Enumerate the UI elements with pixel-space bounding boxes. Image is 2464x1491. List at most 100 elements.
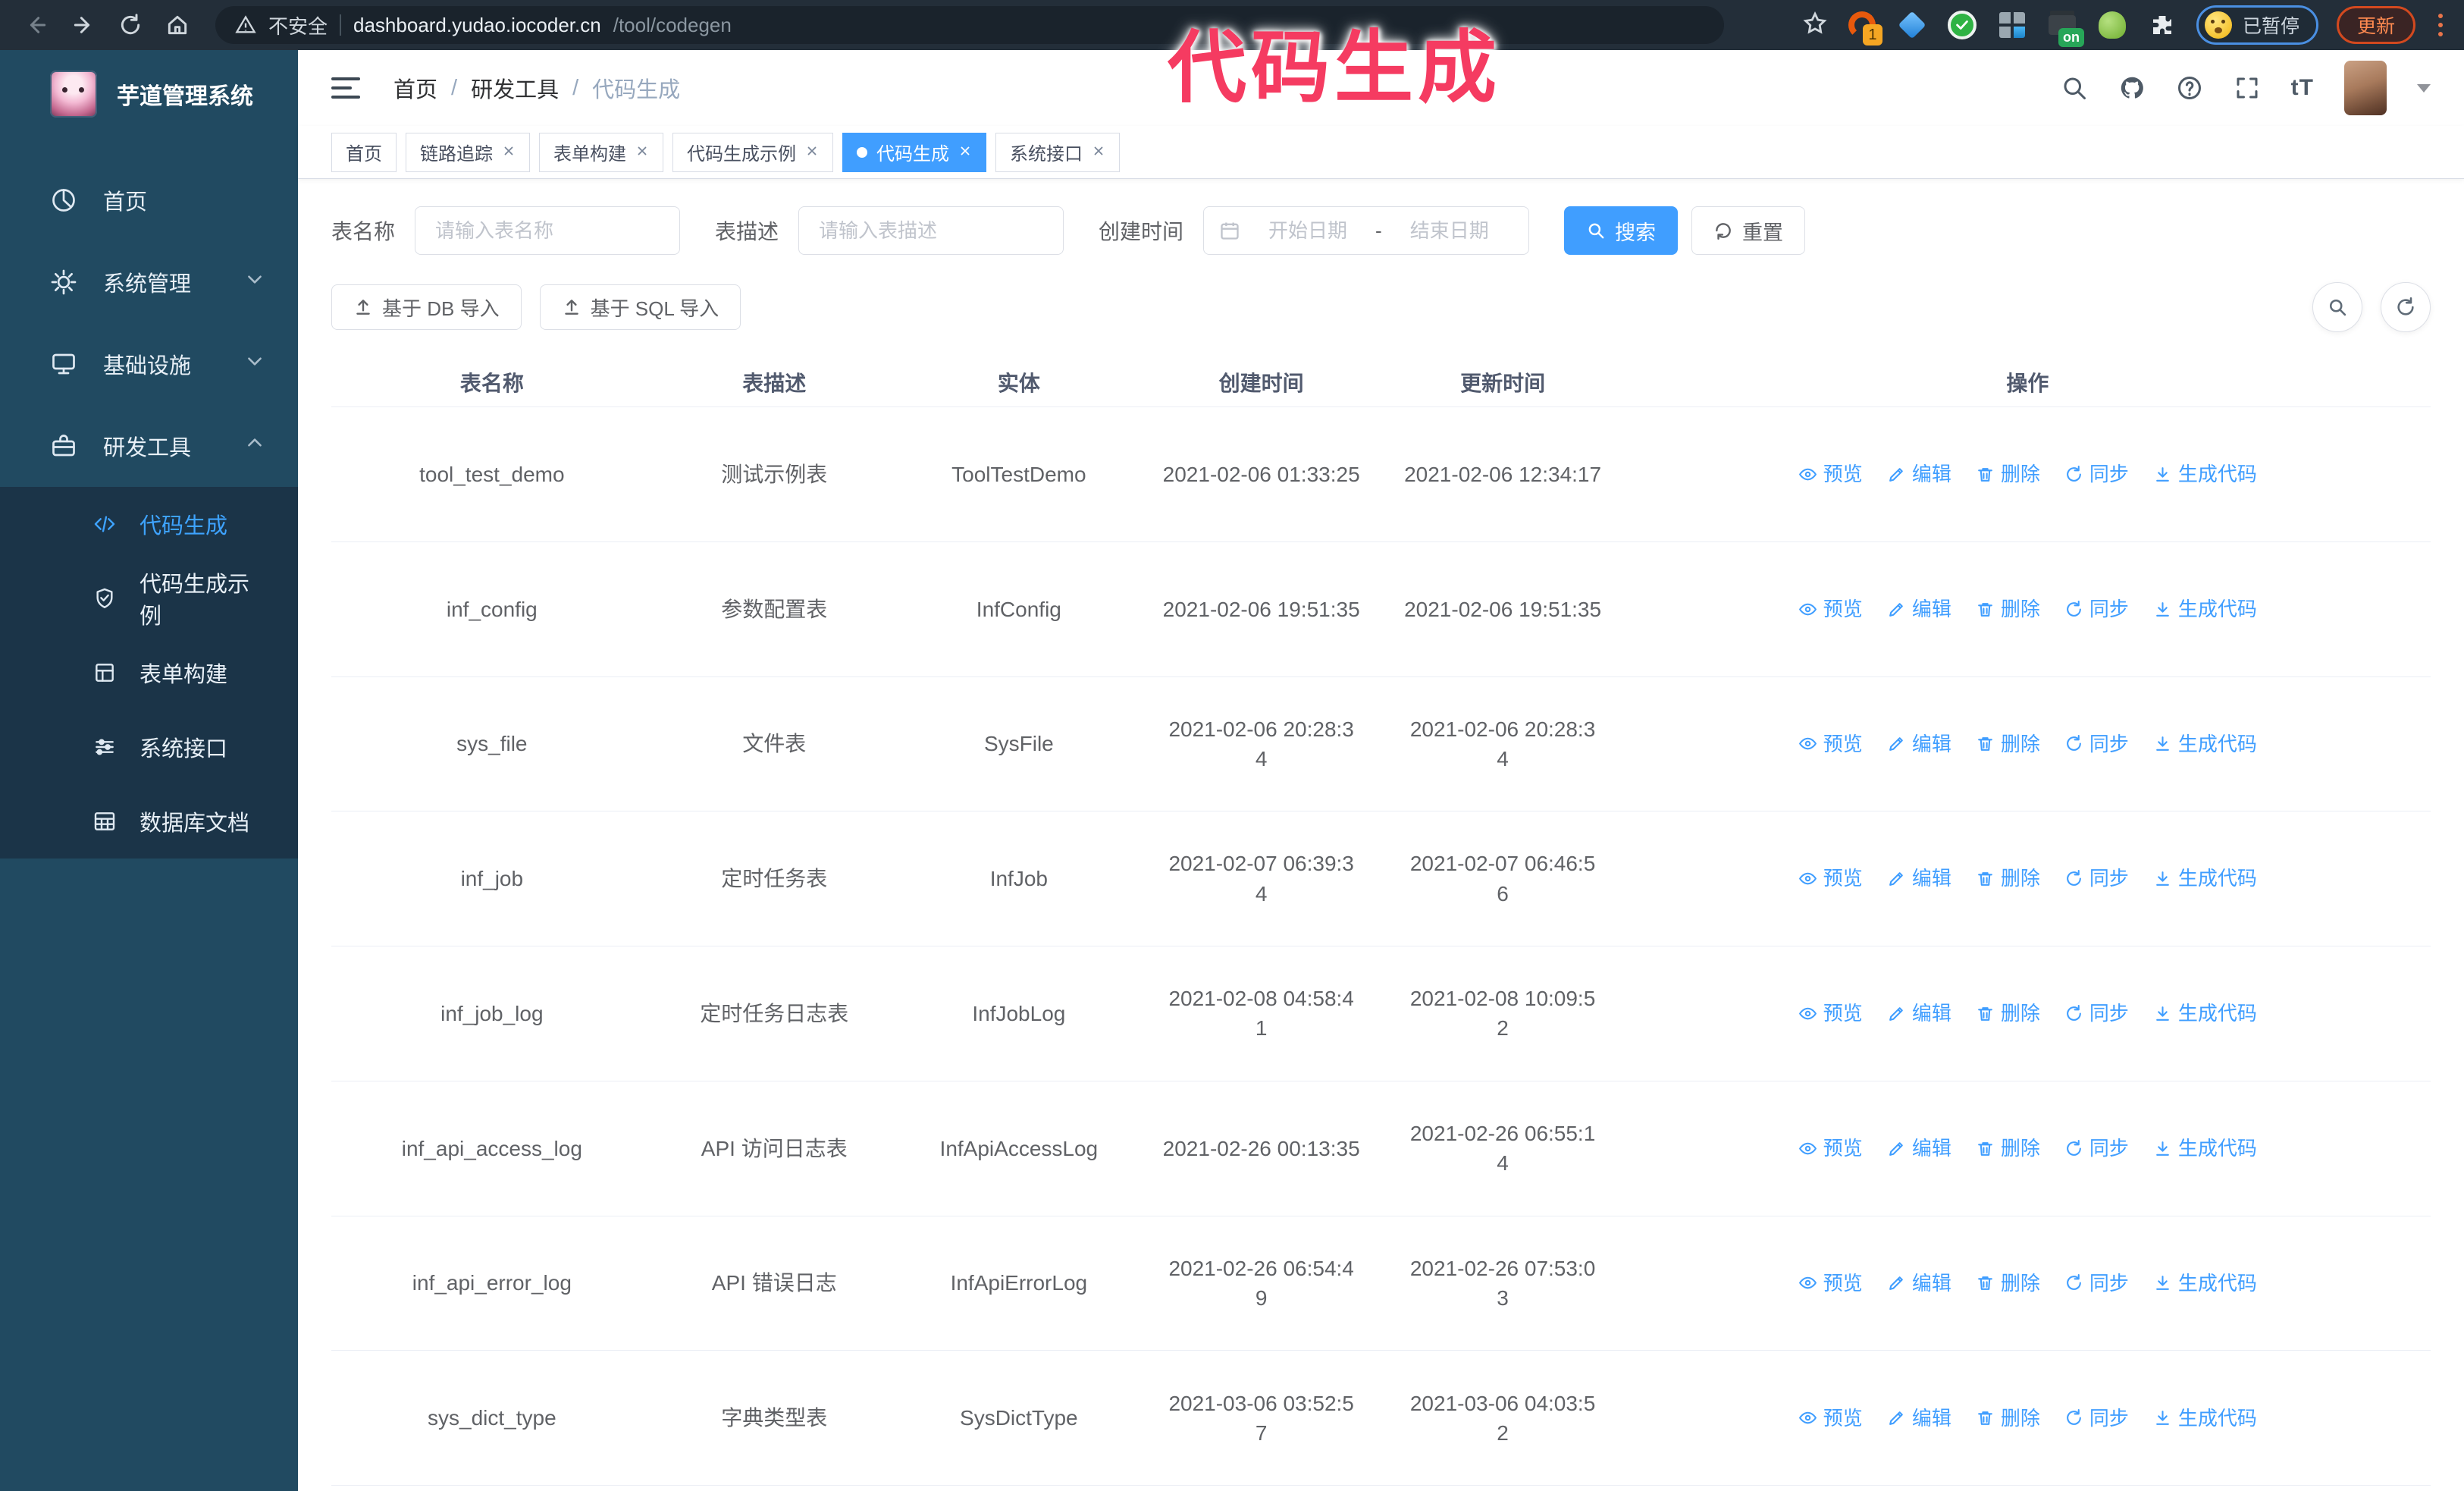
sync-link[interactable]: 同步 [2064,595,2129,623]
delete-link[interactable]: 删除 [1976,460,2040,488]
sync-link[interactable]: 同步 [2064,460,2129,488]
import-sql-button[interactable]: 基于 SQL 导入 [539,284,741,330]
sync-link[interactable]: 同步 [2064,1000,2129,1027]
end-date-input[interactable] [1392,218,1506,243]
preview-link[interactable]: 预览 [1798,1270,1863,1297]
table-name-input[interactable] [415,206,681,255]
browser-update-button[interactable]: 更新 [2336,6,2415,44]
bookmark-star-icon[interactable] [1802,11,1828,40]
edit-link[interactable]: 编辑 [1887,730,1951,758]
search-icon[interactable] [2061,74,2088,102]
delete-link[interactable]: 删除 [1976,730,2040,758]
tab-form-builder[interactable]: 表单构建 [539,132,663,172]
delete-link[interactable]: 删除 [1976,1000,2040,1027]
logo[interactable]: 芋道管理系统 [0,50,298,138]
user-avatar[interactable] [2344,61,2387,115]
tab-codegen-example[interactable]: 代码生成示例 [672,132,833,172]
extension-grid-icon[interactable] [1996,9,2028,41]
close-icon[interactable] [502,142,516,163]
start-date-input[interactable] [1251,218,1365,243]
extension-gem-icon[interactable] [1896,9,1928,41]
sidebar-item-codegen[interactable]: 代码生成 [0,487,298,561]
close-icon[interactable] [1092,142,1105,163]
tab-home[interactable]: 首页 [331,132,397,172]
tab-tracing[interactable]: 链路追踪 [406,132,530,172]
browser-forward-button[interactable] [64,5,103,45]
sync-link[interactable]: 同步 [2064,1270,2129,1297]
edit-link[interactable]: 编辑 [1887,865,1951,892]
sidebar-item-db-doc[interactable]: 数据库文档 [0,784,298,859]
url-bar[interactable]: 不安全 dashboard.yudao.iocoder.cn /tool/cod… [215,6,1724,44]
close-icon[interactable] [958,142,972,163]
sync-icon [2067,465,2081,482]
close-icon[interactable] [805,142,819,163]
edit-link[interactable]: 编辑 [1887,460,1951,488]
delete-link[interactable]: 删除 [1976,1270,2040,1297]
preview-link[interactable]: 预览 [1798,1000,1863,1027]
preview-link[interactable]: 预览 [1798,595,1863,623]
browser-reload-button[interactable] [111,5,150,45]
github-icon[interactable] [2118,74,2146,102]
generate-code-link[interactable]: 生成代码 [2153,1000,2257,1027]
reset-button[interactable]: 重置 [1691,206,1806,255]
delete-link[interactable]: 删除 [1976,865,2040,892]
help-icon[interactable] [2176,74,2203,102]
delete-link[interactable]: 删除 [1976,1405,2040,1432]
generate-code-link[interactable]: 生成代码 [2153,1135,2257,1162]
table-desc-input[interactable] [798,206,1064,255]
import-db-button[interactable]: 基于 DB 导入 [331,284,522,330]
sync-link[interactable]: 同步 [2064,1135,2129,1162]
eye-icon [1798,1411,1817,1424]
font-size-icon[interactable]: tT [2291,75,2314,101]
browser-menu-icon[interactable] [2434,14,2447,36]
generate-code-link[interactable]: 生成代码 [2153,595,2257,623]
preview-link[interactable]: 预览 [1798,730,1863,758]
date-range-picker[interactable]: - [1203,206,1530,255]
sidebar-toggle-icon[interactable] [331,77,360,99]
sidebar-item-form-builder[interactable]: 表单构建 [0,636,298,710]
breadcrumb-devtools[interactable]: 研发工具 [471,72,559,104]
sidebar-item-codegen-example[interactable]: 代码生成示例 [0,561,298,636]
sync-link[interactable]: 同步 [2064,1405,2129,1432]
edit-link[interactable]: 编辑 [1887,1405,1951,1432]
preview-link[interactable]: 预览 [1798,1135,1863,1162]
extension-android-icon[interactable] [2096,9,2128,41]
edit-link[interactable]: 编辑 [1887,1000,1951,1027]
browser-back-button[interactable] [17,5,56,45]
edit-link[interactable]: 编辑 [1887,595,1951,623]
tab-system-api[interactable]: 系统接口 [995,132,1120,172]
preview-link[interactable]: 预览 [1798,865,1863,892]
close-icon[interactable] [635,142,649,163]
extension-check-icon[interactable] [1946,9,1978,41]
generate-code-link[interactable]: 生成代码 [2153,730,2257,758]
edit-link[interactable]: 编辑 [1887,1135,1951,1162]
refresh-table-button[interactable] [2381,282,2431,332]
sidebar-item-system-api[interactable]: 系统接口 [0,710,298,784]
extension-dark-icon[interactable]: on [2046,9,2084,47]
extension-orange-icon[interactable]: 1 [1846,9,1882,46]
sidebar-item-infrastructure[interactable]: 基础设施 [0,323,298,405]
sidebar-item-devtools[interactable]: 研发工具 [0,405,298,487]
paused-pill[interactable]: 已暂停 [2196,5,2318,45]
extensions-puzzle-icon[interactable] [2146,9,2178,41]
delete-link[interactable]: 删除 [1976,595,2040,623]
breadcrumb-home[interactable]: 首页 [393,72,437,104]
sidebar-item-home[interactable]: 首页 [0,159,298,241]
generate-code-link[interactable]: 生成代码 [2153,1405,2257,1432]
search-button[interactable]: 搜索 [1564,206,1679,255]
avatar-caret-icon[interactable] [2417,83,2431,93]
toggle-search-button[interactable] [2312,282,2362,332]
sync-link[interactable]: 同步 [2064,730,2129,758]
preview-link[interactable]: 预览 [1798,460,1863,488]
generate-code-link[interactable]: 生成代码 [2153,460,2257,488]
tab-codegen[interactable]: 代码生成 [842,132,986,172]
browser-home-button[interactable] [158,5,197,45]
sync-link[interactable]: 同步 [2064,865,2129,892]
fullscreen-icon[interactable] [2234,74,2261,102]
preview-link[interactable]: 预览 [1798,1405,1863,1432]
edit-link[interactable]: 编辑 [1887,1270,1951,1297]
generate-code-link[interactable]: 生成代码 [2153,865,2257,892]
delete-link[interactable]: 删除 [1976,1135,2040,1162]
sidebar-item-system[interactable]: 系统管理 [0,241,298,323]
generate-code-link[interactable]: 生成代码 [2153,1270,2257,1297]
